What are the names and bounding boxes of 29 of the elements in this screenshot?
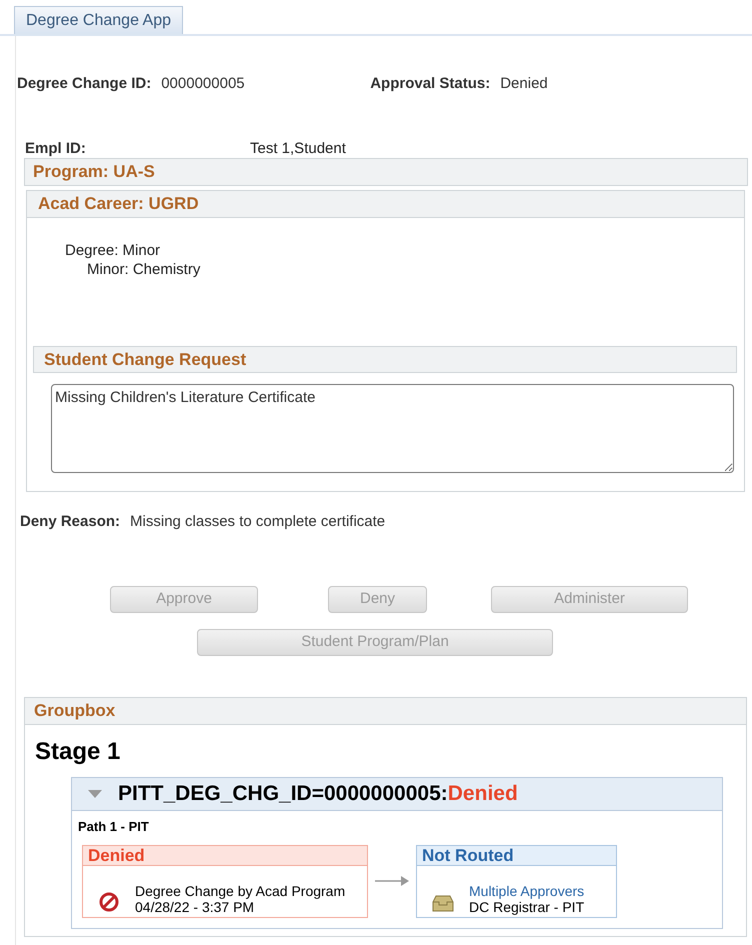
field-value: Missing classes to complete certificate bbox=[130, 512, 386, 532]
step-status: Denied bbox=[83, 846, 367, 866]
step-detail: 04/28/22 - 3:37 PM bbox=[135, 898, 256, 914]
path-label: Path 1 - PIT bbox=[78, 818, 149, 836]
collapse-triangle-icon[interactable] bbox=[88, 790, 102, 798]
field-label: Empl ID: bbox=[25, 138, 87, 159]
step-detail: DC Registrar - PIT bbox=[469, 898, 584, 914]
program-header: Program: UA-S bbox=[24, 158, 748, 186]
field-label: Deny Reason: bbox=[20, 512, 120, 532]
student-name: Test 1,Student bbox=[250, 138, 346, 159]
request-textarea[interactable]: Missing Children's Literature Certificate bbox=[51, 384, 734, 473]
inbox-tray-icon bbox=[432, 894, 454, 912]
approvers-link[interactable]: Multiple Approvers bbox=[469, 882, 584, 898]
field-label: Degree Change ID: bbox=[17, 74, 152, 94]
process-title: PITT_DEG_CHG_ID=0000000005:Denied bbox=[118, 781, 518, 808]
field-value: 0000000005 bbox=[161, 74, 246, 94]
groupbox-header: Groupbox bbox=[25, 698, 746, 725]
career-header: Acad Career: UGRD bbox=[27, 191, 744, 218]
field-label: Approval Status: bbox=[370, 74, 490, 94]
step-title: Degree Change by Acad Program bbox=[135, 882, 346, 898]
stage-title: Stage 1 bbox=[35, 737, 120, 767]
minor-text: Minor: Chemistry bbox=[87, 260, 202, 279]
arrow-icon bbox=[375, 875, 409, 887]
prohibited-icon bbox=[99, 892, 119, 912]
app-tab[interactable]: Degree Change App bbox=[14, 6, 183, 34]
step-status: Not Routed bbox=[417, 846, 616, 866]
request-header: Student Change Request bbox=[33, 346, 737, 373]
degree-text: Degree: Minor bbox=[65, 241, 162, 260]
field-value: Denied bbox=[500, 74, 548, 94]
